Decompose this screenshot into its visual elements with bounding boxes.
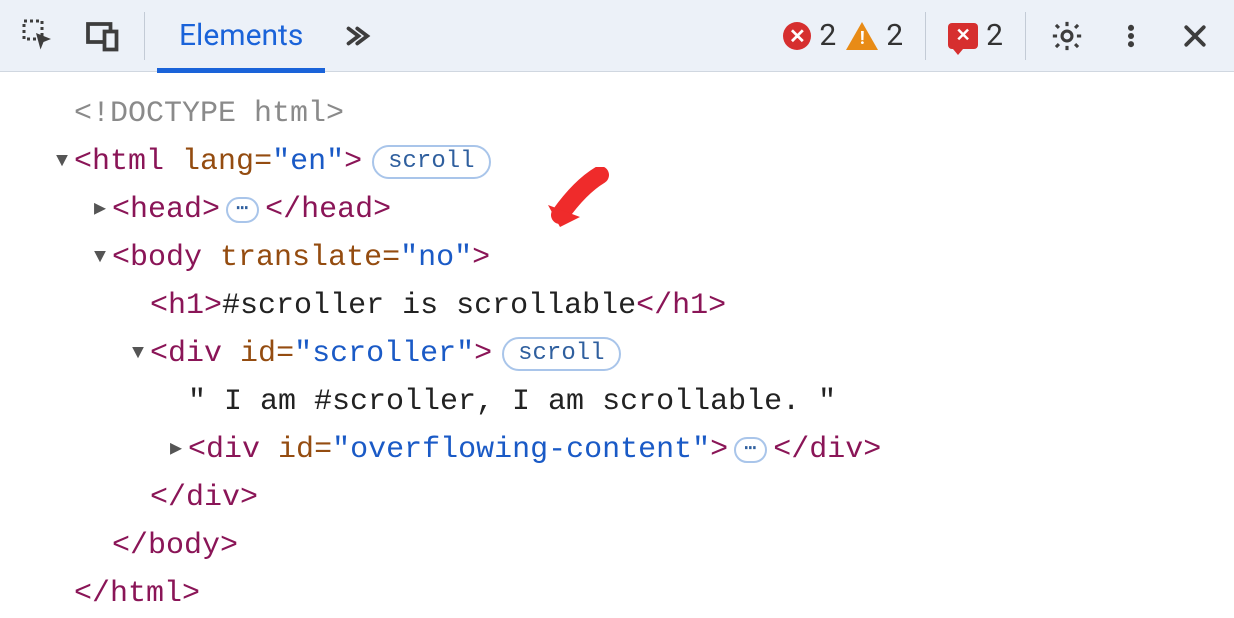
errors-indicator[interactable]: ✕ 2: [783, 18, 836, 53]
tag-name: head: [130, 186, 202, 234]
text-node: " I am #scroller, I am scrollable. ": [188, 378, 836, 426]
tag-name: div: [206, 426, 260, 474]
text-node: #scroller is scrollable: [222, 282, 636, 330]
attr-value: "overflowing-content": [332, 426, 710, 474]
elements-tree[interactable]: <!DOCTYPE html> ▼ <html lang="en"> scrol…: [0, 72, 1234, 618]
close-tag: </html>: [74, 570, 200, 618]
expand-toggle[interactable]: ▶: [164, 434, 188, 466]
more-tabs-button[interactable]: [331, 6, 381, 66]
close-tag: </body>: [112, 522, 238, 570]
scroller-div-row[interactable]: ▼ <div id="scroller"> scroll: [12, 330, 1222, 378]
body-close-row[interactable]: </body>: [12, 522, 1222, 570]
scroller-close-row[interactable]: </div>: [12, 474, 1222, 522]
toolbar-separator: [144, 12, 145, 60]
attr-name: translate: [220, 234, 382, 282]
warning-icon: [846, 22, 878, 50]
more-options-button[interactable]: [1102, 7, 1160, 65]
scroll-badge[interactable]: scroll: [502, 337, 620, 371]
attr-value: "no": [400, 234, 472, 282]
expand-toggle[interactable]: ▼: [50, 146, 74, 178]
scroll-badge[interactable]: scroll: [372, 145, 490, 179]
tab-label: Elements: [179, 18, 303, 53]
toolbar-separator: [925, 12, 926, 60]
issues-icon: ✕: [948, 23, 978, 49]
close-tag: </div>: [150, 474, 258, 522]
attr-name: lang: [182, 138, 254, 186]
collapsed-ellipsis[interactable]: ⋯: [734, 437, 767, 463]
issues-indicator[interactable]: ✕ 2: [938, 18, 1013, 53]
html-open-row[interactable]: ▼ <html lang="en"> scroll: [12, 138, 1222, 186]
issues-count: 2: [986, 18, 1003, 53]
close-tag: </h1>: [636, 282, 726, 330]
settings-button[interactable]: [1038, 7, 1096, 65]
text-node-row[interactable]: " I am #scroller, I am scrollable. ": [12, 378, 1222, 426]
doctype-text: <!DOCTYPE html>: [74, 90, 344, 138]
close-tag: </head>: [265, 186, 391, 234]
expand-toggle[interactable]: ▶: [88, 194, 112, 226]
attr-value: "scroller": [294, 330, 474, 378]
overflow-div-row[interactable]: ▶ <div id="overflowing-content"> ⋯ </div…: [12, 426, 1222, 474]
head-row[interactable]: ▶ <head> ⋯ </head>: [12, 186, 1222, 234]
attr-name: id: [278, 426, 314, 474]
warnings-count: 2: [886, 18, 903, 53]
error-icon: ✕: [783, 22, 811, 50]
body-open-row[interactable]: ▼ <body translate="no">: [12, 234, 1222, 282]
toolbar-separator: [1025, 12, 1026, 60]
console-status[interactable]: ✕ 2 2: [773, 18, 913, 53]
attr-name: id: [240, 330, 276, 378]
expand-toggle[interactable]: ▼: [126, 338, 150, 370]
close-devtools-button[interactable]: [1166, 7, 1224, 65]
tag-name: h1: [168, 282, 204, 330]
tag-name: body: [130, 234, 202, 282]
collapsed-ellipsis[interactable]: ⋯: [226, 197, 259, 223]
close-tag: </div>: [773, 426, 881, 474]
errors-count: 2: [819, 18, 836, 53]
device-toolbar-icon[interactable]: [74, 7, 132, 65]
html-close-row[interactable]: </html>: [12, 570, 1222, 618]
attr-value: "en": [272, 138, 344, 186]
tag-name: div: [168, 330, 222, 378]
tab-elements[interactable]: Elements: [157, 0, 325, 72]
devtools-toolbar: Elements ✕ 2 2 ✕ 2: [0, 0, 1234, 72]
doctype-row[interactable]: <!DOCTYPE html>: [12, 90, 1222, 138]
expand-toggle[interactable]: ▼: [88, 242, 112, 274]
tag-bracket: <: [74, 138, 92, 186]
inspect-element-icon[interactable]: [10, 7, 68, 65]
warnings-indicator[interactable]: 2: [846, 18, 903, 53]
h1-row[interactable]: <h1>#scroller is scrollable</h1>: [12, 282, 1222, 330]
tag-name: html: [92, 138, 164, 186]
